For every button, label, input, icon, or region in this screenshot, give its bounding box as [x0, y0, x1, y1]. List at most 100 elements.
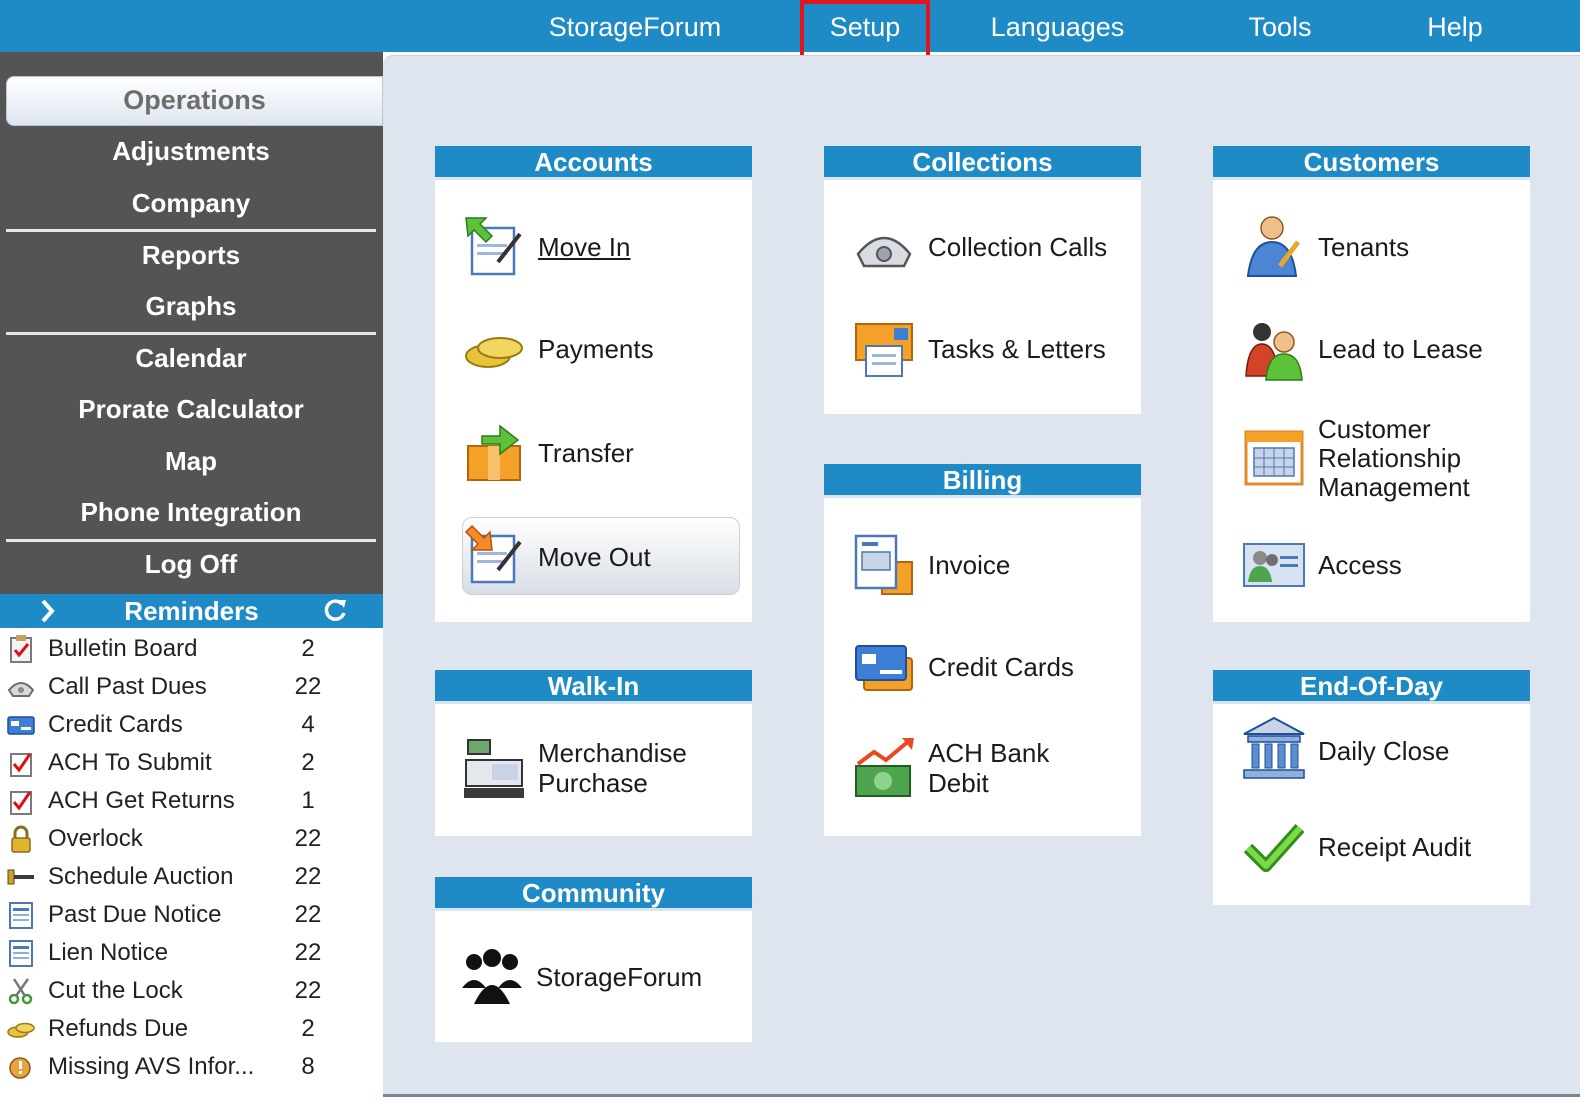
- green-check-icon: [1243, 823, 1305, 872]
- tenant-person-icon: [1246, 216, 1300, 277]
- item-crm[interactable]: Customer Relationship Management: [1242, 414, 1522, 504]
- item-tasks-letters[interactable]: Tasks & Letters: [852, 318, 1132, 388]
- transfer-box-icon: [467, 424, 521, 481]
- sidebar-item-phone-integration[interactable]: Phone Integration: [6, 487, 376, 537]
- menu-tools[interactable]: Tools: [1230, 0, 1330, 52]
- panel-accounts-title: Accounts: [435, 146, 752, 180]
- ach-bank-label-line2: Debit: [928, 768, 989, 798]
- sidebar-item-map[interactable]: Map: [6, 436, 376, 486]
- checklist-icon: [10, 753, 32, 777]
- reminder-label: Schedule Auction: [48, 863, 234, 890]
- reminder-row-credit-cards[interactable]: Credit Cards 4: [0, 706, 383, 744]
- reminder-row-cut-the-lock[interactable]: Cut the Lock 22: [0, 972, 383, 1010]
- coins-icon: [465, 337, 523, 368]
- item-collection-calls[interactable]: Collection Calls: [852, 214, 1132, 284]
- menu-help[interactable]: Help: [1410, 0, 1500, 52]
- panel-walk-in-title: Walk-In: [435, 670, 752, 704]
- item-transfer[interactable]: Transfer: [462, 420, 732, 490]
- panel-billing-title: Billing: [824, 464, 1141, 498]
- item-ach-bank-debit[interactable]: ACH Bank Debit: [852, 736, 1132, 806]
- telephone-icon: [856, 236, 912, 268]
- reminders-list: Bulletin Board 2 Call Past Dues 22 Credi…: [0, 628, 383, 1110]
- merchandise-label-line2: Purchase: [538, 768, 648, 798]
- payments-label: Payments: [538, 334, 654, 364]
- reminder-count: 22: [294, 673, 322, 700]
- move-in-icon: [465, 217, 522, 276]
- reminder-row-lien-notice[interactable]: Lien Notice 22: [0, 934, 383, 972]
- sidebar: Operations Adjustments Company Reports G…: [0, 52, 383, 594]
- top-menu-bar: StorageForum Setup Languages Tools Help: [0, 0, 1580, 52]
- item-payments[interactable]: Payments: [462, 318, 732, 388]
- item-tenants[interactable]: Tenants: [1242, 214, 1522, 284]
- warning-icon: [9, 1057, 31, 1079]
- reminder-row-ach-to-submit[interactable]: ACH To Submit 2: [0, 744, 383, 782]
- item-lead-to-lease[interactable]: Lead to Lease: [1242, 318, 1522, 388]
- invoice-label: Invoice: [928, 550, 1011, 580]
- sidebar-item-graphs[interactable]: Graphs: [6, 281, 376, 331]
- checklist-icon: [10, 791, 32, 815]
- menu-languages[interactable]: Languages: [975, 0, 1140, 52]
- padlock-icon: [11, 825, 31, 853]
- main-bottom-edge: [383, 1094, 1580, 1110]
- reminder-count: 22: [294, 977, 322, 1004]
- item-invoice[interactable]: Invoice: [852, 532, 1132, 602]
- lead-people-icon: [1245, 323, 1303, 381]
- invoice-icon: [854, 534, 913, 595]
- panel-end-of-day-title: End-Of-Day: [1213, 670, 1530, 704]
- reminder-count: 22: [294, 863, 322, 890]
- reminder-count: 2: [301, 1015, 315, 1042]
- reminder-count: 1: [301, 787, 315, 814]
- reminder-label: Call Past Dues: [48, 673, 207, 700]
- panel-customers-title: Customers: [1213, 146, 1530, 180]
- reminder-count: 4: [301, 711, 315, 738]
- tasks-letters-label: Tasks & Letters: [928, 334, 1106, 364]
- sidebar-item-calendar[interactable]: Calendar: [6, 333, 376, 383]
- lead-to-lease-label: Lead to Lease: [1318, 334, 1483, 364]
- clipboard-check-icon: [10, 635, 32, 663]
- scissors-icon: [8, 978, 33, 1005]
- reminder-label: Credit Cards: [48, 711, 183, 738]
- reminder-label: Refunds Due: [48, 1015, 189, 1042]
- ach-bank-label-line1: ACH Bank: [928, 738, 1050, 768]
- reminder-row-schedule-auction[interactable]: Schedule Auction 22: [0, 858, 383, 896]
- credit-card-icon: [7, 716, 35, 735]
- reminder-row-refunds-due[interactable]: Refunds Due 2: [0, 1010, 383, 1048]
- phone-icon: [7, 682, 35, 697]
- merchandise-label-line1: Merchandise: [538, 738, 687, 768]
- reminder-row-ach-get-returns[interactable]: ACH Get Returns 1: [0, 782, 383, 820]
- reminder-row-overlock[interactable]: Overlock 22: [0, 820, 383, 858]
- sidebar-item-operations[interactable]: Operations: [6, 76, 383, 126]
- reminder-row-missing-avs[interactable]: Missing AVS Infor... 8: [0, 1048, 383, 1086]
- ach-money-chart-icon: [855, 738, 914, 797]
- reminder-label: Lien Notice: [48, 939, 169, 966]
- sidebar-item-reports[interactable]: Reports: [6, 230, 376, 280]
- item-receipt-audit[interactable]: Receipt Audit: [1242, 814, 1522, 884]
- reminder-row-bulletin-board[interactable]: Bulletin Board 2: [0, 630, 383, 668]
- bank-building-icon: [1243, 716, 1305, 779]
- item-daily-close[interactable]: Daily Close: [1242, 716, 1522, 786]
- refresh-icon[interactable]: [322, 594, 348, 628]
- item-access[interactable]: Access: [1242, 534, 1522, 604]
- item-credit-cards[interactable]: Credit Cards: [852, 636, 1132, 706]
- move-out-icon: [464, 524, 522, 584]
- sidebar-item-company[interactable]: Company: [6, 178, 376, 228]
- item-storageforum[interactable]: StorageForum: [460, 944, 740, 1014]
- calendar-grid-icon: [1244, 430, 1304, 486]
- sidebar-item-log-off[interactable]: Log Off: [6, 539, 376, 589]
- move-out-label: Move Out: [538, 542, 651, 572]
- menu-storageforum[interactable]: StorageForum: [540, 0, 730, 52]
- item-move-out[interactable]: Move Out: [462, 522, 732, 592]
- cash-register-icon: [464, 739, 524, 798]
- sidebar-item-adjustments[interactable]: Adjustments: [6, 126, 376, 176]
- reminder-row-call-past-dues[interactable]: Call Past Dues 22: [0, 668, 383, 706]
- daily-close-label: Daily Close: [1318, 736, 1450, 766]
- item-move-in[interactable]: Move In: [462, 214, 732, 284]
- reminder-count: 22: [294, 939, 322, 966]
- reminder-row-past-due-notice[interactable]: Past Due Notice 22: [0, 896, 383, 934]
- crm-label-line3: Management: [1318, 472, 1470, 502]
- document-icon: [9, 902, 33, 929]
- panel-collections-title: Collections: [824, 146, 1141, 180]
- sidebar-item-prorate-calculator[interactable]: Prorate Calculator: [6, 384, 376, 434]
- receipt-audit-label: Receipt Audit: [1318, 832, 1472, 862]
- item-merchandise-purchase[interactable]: Merchandise Purchase: [462, 736, 732, 806]
